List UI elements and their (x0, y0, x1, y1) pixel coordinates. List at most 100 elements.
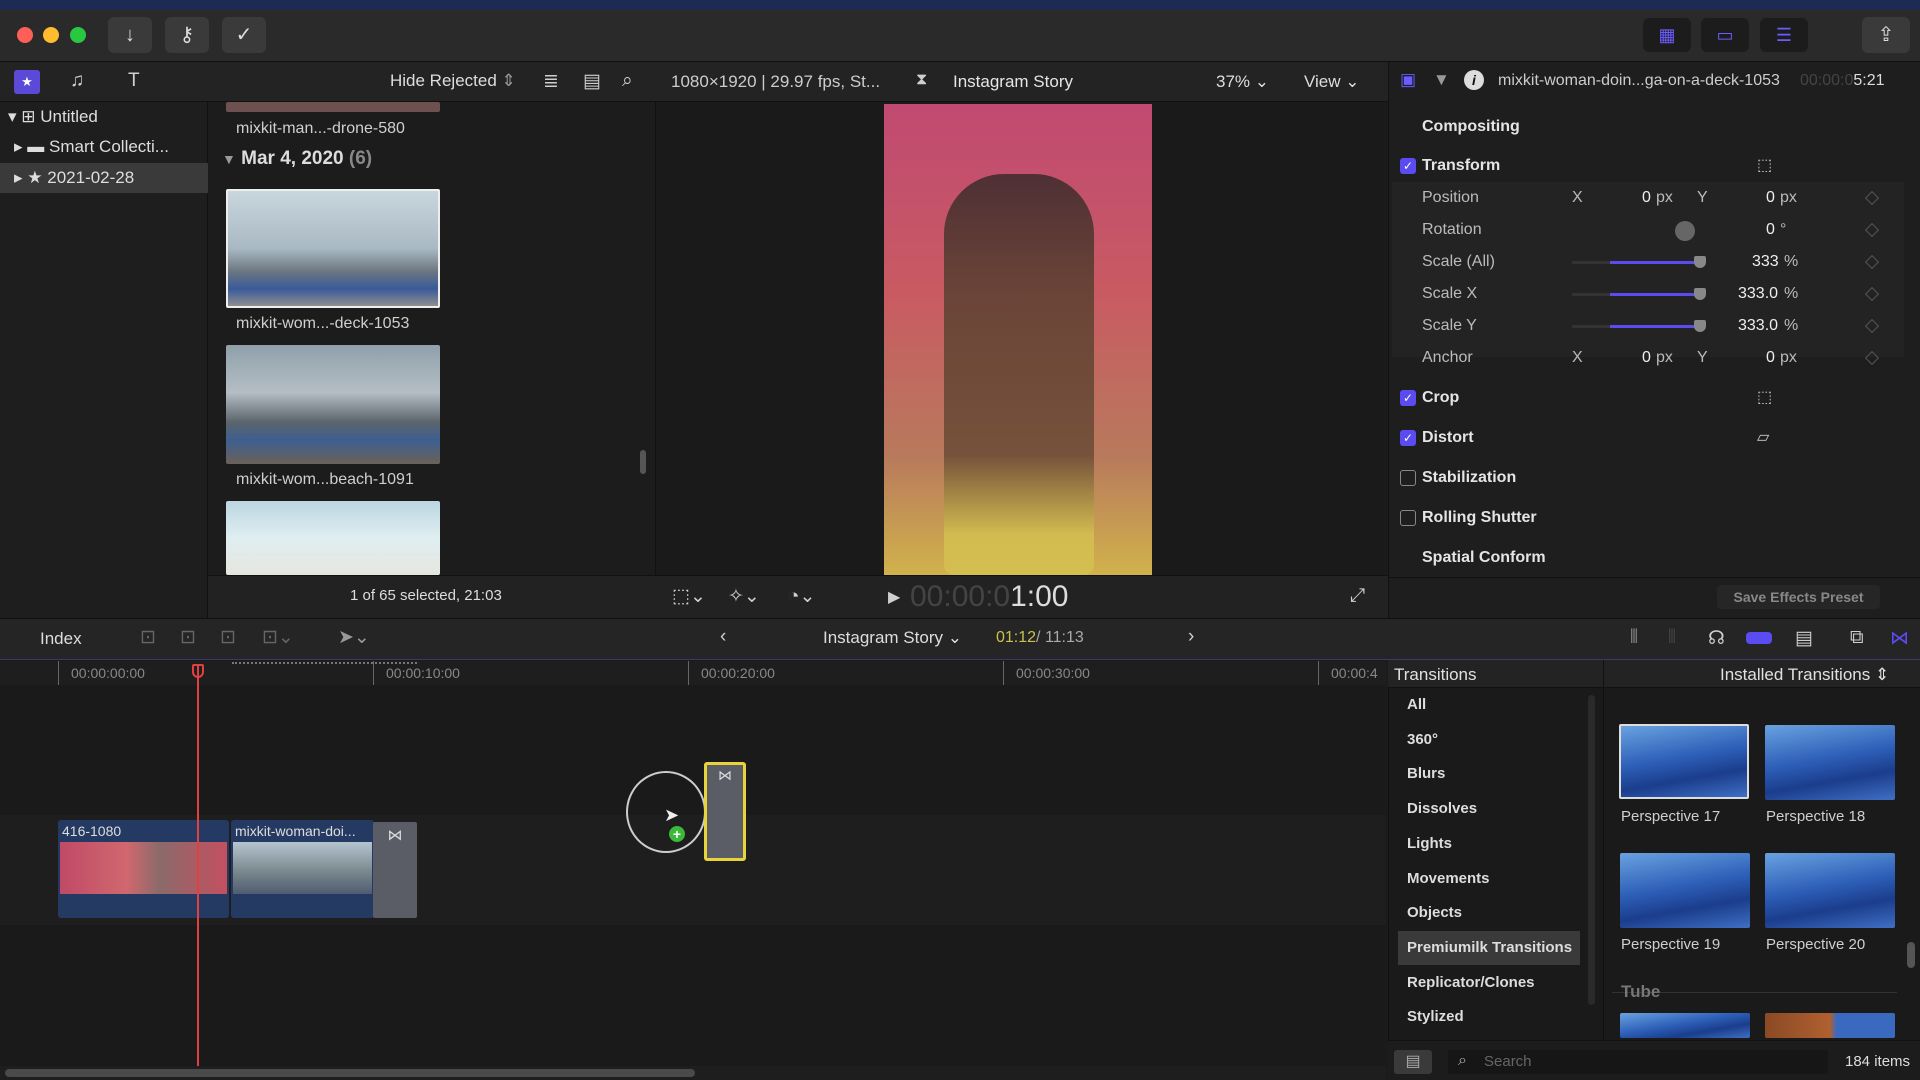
background-tasks-button[interactable]: ✓ (222, 17, 266, 53)
headphones-icon[interactable]: ☊ (1708, 627, 1725, 650)
transition-thumbnail[interactable] (1765, 853, 1895, 928)
video-inspector-icon[interactable]: ▣ (1400, 70, 1416, 90)
crop-section[interactable]: ✓ Crop ⬚ (1392, 382, 1904, 414)
crop-checkbox[interactable]: ✓ (1400, 390, 1416, 406)
effects-browser-icon[interactable]: ⧉ (1850, 627, 1864, 649)
info-inspector-icon[interactable]: i (1464, 70, 1484, 90)
retime-icon[interactable]: ◔⌄ (788, 585, 815, 608)
rolling-shutter-checkbox[interactable] (1400, 510, 1416, 526)
timeline-index-button[interactable]: Index (40, 629, 82, 649)
category-scrollbar[interactable] (1588, 695, 1595, 1005)
enhance-wand-icon[interactable]: ✧⌄ (728, 585, 760, 608)
sidebar-toggle-icon[interactable]: ▤ (1394, 1050, 1432, 1074)
distort-section[interactable]: ✓ Distort ▱ (1392, 422, 1904, 454)
clip-appearance-icon[interactable]: ▤ (1795, 627, 1813, 650)
zoom-window-button[interactable] (70, 27, 86, 43)
transitions-scrollbar[interactable] (1907, 942, 1915, 968)
scale-x-slider[interactable] (1572, 288, 1706, 300)
import-button[interactable]: ↓ (108, 17, 152, 53)
category-item[interactable]: Premiumilk Transitions (1398, 930, 1580, 965)
transform-tool-icon[interactable]: ⬚⌄ (672, 585, 706, 608)
history-back-icon[interactable]: ‹ (720, 626, 726, 648)
category-item[interactable]: All (1398, 688, 1580, 722)
dragged-transition[interactable]: ⋈ (704, 762, 746, 861)
timeline-toggle-button[interactable]: ▭ (1701, 18, 1749, 52)
clip-thumbnail-selected[interactable] (226, 189, 440, 308)
category-item[interactable]: Replicator/Clones (1398, 966, 1580, 1000)
transform-checkbox[interactable]: ✓ (1400, 158, 1416, 174)
keyframe-icon[interactable] (1864, 350, 1880, 366)
view-dropdown[interactable]: View ⌄ (1304, 72, 1360, 92)
clip-thumbnail[interactable] (226, 501, 440, 575)
keyframe-icon[interactable] (1864, 254, 1880, 270)
transform-section[interactable]: ✓ Transform ⬚ (1392, 150, 1904, 182)
color-inspector-icon[interactable]: ▼ (1433, 70, 1450, 90)
keyframe-icon[interactable] (1864, 190, 1880, 206)
titles-generators-icon[interactable]: T (128, 70, 140, 92)
scale-y-field[interactable]: 333.0 (1738, 310, 1778, 342)
category-item[interactable]: Movements (1398, 862, 1580, 896)
scale-all-field[interactable]: 333 (1752, 246, 1779, 278)
timeline-project-dropdown[interactable]: Instagram Story ⌄ (823, 628, 962, 648)
fullscreen-icon[interactable]: ⤢ (1350, 585, 1365, 607)
clip-appearance-icon[interactable]: ≣ (543, 70, 559, 93)
timeline-scrollbar[interactable] (5, 1069, 695, 1077)
rolling-shutter-section[interactable]: Rolling Shutter (1392, 502, 1904, 534)
save-effects-preset-button[interactable]: Save Effects Preset (1717, 585, 1880, 609)
category-item[interactable]: Objects (1398, 896, 1580, 930)
category-item[interactable]: Lights (1398, 827, 1580, 861)
select-tool-icon[interactable]: ➤⌄ (338, 626, 370, 649)
position-y-field[interactable]: 0 (1766, 182, 1775, 214)
photos-audio-icon[interactable]: ♫ (70, 70, 84, 92)
playhead-handle[interactable] (192, 664, 204, 678)
transition-thumbnail[interactable] (1765, 725, 1895, 800)
distort-onscreen-icon[interactable]: ▱ (1757, 422, 1769, 454)
zoom-dropdown[interactable]: 37% ⌄ (1216, 72, 1269, 92)
timeline-clip[interactable]: 416-1080 (58, 820, 229, 918)
connect-clip-icon[interactable]: ⊡ (140, 626, 156, 649)
history-forward-icon[interactable]: › (1188, 626, 1194, 648)
play-icon[interactable]: ▶ (888, 587, 900, 607)
sidebar-item-smart-collections[interactable]: ▸ ▬ Smart Collecti... (0, 132, 208, 162)
close-window-button[interactable] (17, 27, 33, 43)
sidebar-item-event[interactable]: ▸ ★ 2021-02-28 (0, 163, 208, 193)
rotation-dial[interactable] (1675, 221, 1695, 241)
keyframe-icon[interactable] (1864, 318, 1880, 334)
filmstrip-icon[interactable]: ▤ (583, 70, 601, 93)
insert-clip-icon[interactable]: ⊡ (180, 626, 196, 649)
category-item[interactable]: Dissolves (1398, 792, 1580, 826)
playhead[interactable] (197, 666, 199, 1066)
transform-onscreen-icon[interactable]: ⬚ (1757, 150, 1772, 182)
search-icon[interactable]: ⌕ (622, 70, 633, 92)
share-button[interactable]: ⇪ (1862, 17, 1910, 53)
scale-x-field[interactable]: 333.0 (1738, 278, 1778, 310)
position-x-field[interactable]: 0 (1642, 182, 1651, 214)
anchor-x-field[interactable]: 0 (1642, 342, 1651, 374)
minimize-window-button[interactable] (43, 27, 59, 43)
browser-scrollbar[interactable] (640, 450, 646, 474)
clip-thumbnail[interactable] (226, 102, 440, 112)
clip-thumbnail[interactable] (226, 345, 440, 464)
sidebar-item-library[interactable]: ▾ ⊞ Untitled (0, 102, 208, 132)
rotation-field[interactable]: 0 (1766, 214, 1775, 246)
spatial-conform-section[interactable]: Spatial Conform (1392, 542, 1904, 574)
keywords-button[interactable]: ⚷ (165, 17, 209, 53)
transition-thumbnail-selected[interactable] (1619, 724, 1749, 799)
browser-toggle-button[interactable]: ▦ (1643, 18, 1691, 52)
scale-all-slider[interactable] (1572, 256, 1706, 268)
scale-y-slider[interactable] (1572, 320, 1706, 332)
category-item[interactable]: Blurs (1398, 757, 1580, 791)
audio-skimming-icon[interactable]: ⫴ (1668, 627, 1676, 649)
stabilization-checkbox[interactable] (1400, 470, 1416, 486)
transition-on-timeline[interactable]: ⋈ (373, 822, 417, 918)
installed-transitions-dropdown[interactable]: Installed Transitions ⇕ (1720, 665, 1889, 685)
skimming-icon[interactable]: ⫴ (1630, 627, 1638, 649)
transition-thumbnail[interactable] (1620, 1013, 1750, 1038)
filter-dropdown[interactable]: Hide Rejected ⇕ (390, 71, 516, 91)
keyframe-icon[interactable] (1864, 286, 1880, 302)
search-input[interactable]: ⌕ Search (1448, 1050, 1828, 1074)
distort-checkbox[interactable]: ✓ (1400, 430, 1416, 446)
append-clip-icon[interactable]: ⊡ (220, 626, 236, 649)
crop-onscreen-icon[interactable]: ⬚ (1757, 382, 1772, 414)
transition-thumbnail[interactable] (1765, 1013, 1895, 1038)
